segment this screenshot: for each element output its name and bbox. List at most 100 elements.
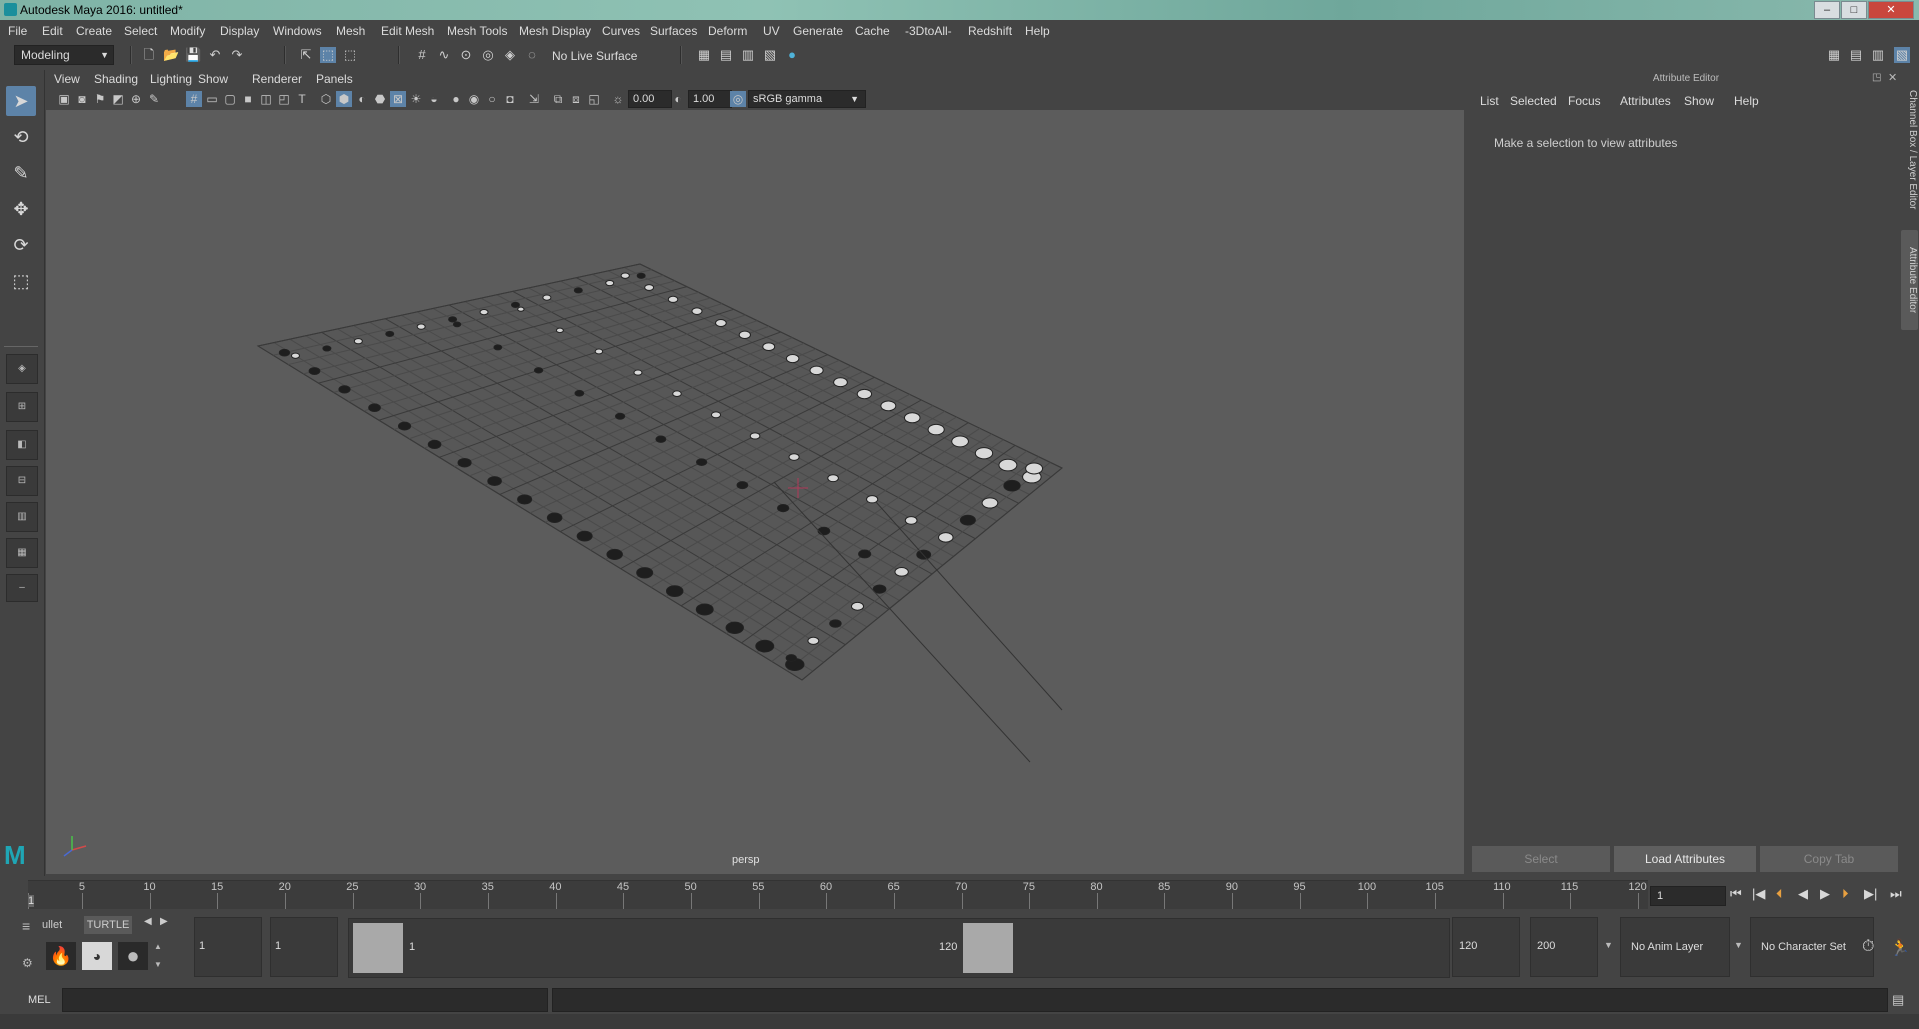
menu-create[interactable]: Create xyxy=(76,24,112,38)
perspective-viewport[interactable]: persp xyxy=(46,110,1464,874)
playback-start-box[interactable]: 1 xyxy=(270,917,338,977)
view-transform-dropdown[interactable]: sRGB gamma ▼ xyxy=(748,90,866,108)
viewport-menu-lighting[interactable]: Lighting xyxy=(150,72,192,86)
step-forward-frame-icon[interactable]: ⏵ xyxy=(1842,886,1849,902)
shelf-tab-turtle[interactable]: TURTLE xyxy=(84,916,132,934)
turtle-bake-icon[interactable]: 🔥 xyxy=(46,942,76,970)
undo-icon[interactable]: ↶ xyxy=(207,47,223,63)
render-view-icon[interactable]: ▦ xyxy=(696,47,712,63)
select-button[interactable]: Select xyxy=(1472,846,1610,872)
live-surface-label[interactable]: No Live Surface xyxy=(552,49,637,63)
motion-blur-icon[interactable]: ◉ xyxy=(466,91,482,107)
grease-pencil-icon[interactable]: ✎ xyxy=(146,91,162,107)
close-panel-icon[interactable]: ✕ xyxy=(1888,71,1897,84)
xray-components-icon[interactable]: ⧈ xyxy=(568,91,584,107)
load-attributes-button[interactable]: Load Attributes xyxy=(1614,846,1756,872)
copy-tab-button[interactable]: Copy Tab xyxy=(1760,846,1898,872)
safe-action-icon[interactable]: ◰ xyxy=(276,91,292,107)
smooth-shade-icon[interactable]: ⬢ xyxy=(336,91,352,107)
menu-file[interactable]: File xyxy=(8,24,27,38)
menu-surfaces[interactable]: Surfaces xyxy=(650,24,697,38)
viewport-menu-panels[interactable]: Panels xyxy=(316,72,353,86)
viewport-menu-shading[interactable]: Shading xyxy=(94,72,138,86)
menuset-dropdown[interactable]: Modeling ▼ xyxy=(14,45,114,65)
step-forward-key-icon[interactable]: ▶| xyxy=(1864,886,1877,902)
shelf-scroll-left-icon[interactable]: ◀ xyxy=(144,916,152,927)
attribute-menu-focus[interactable]: Focus xyxy=(1568,94,1601,108)
float-panel-icon[interactable]: ◳ xyxy=(1872,72,1881,83)
menu-edit[interactable]: Edit xyxy=(42,24,63,38)
paint-select-tool-icon[interactable]: ✎ xyxy=(6,158,36,188)
workspace-icon[interactable]: ▦ xyxy=(1826,47,1842,63)
go-to-start-icon[interactable]: ⏮ xyxy=(1730,886,1742,902)
snap-surface-icon[interactable]: ◈ xyxy=(502,47,518,63)
chevron-down-icon[interactable]: ▼ xyxy=(1604,940,1613,950)
maximize-button[interactable]: □ xyxy=(1841,1,1867,19)
time-slider-track[interactable]: 5 10 15 20 25 30 35 40 45 50 55 60 65 70 75 80 85 90 95 100… xyxy=(28,880,1648,909)
shelf-tab-bullet[interactable]: ullet xyxy=(42,916,62,934)
viewport-menu-view[interactable]: View xyxy=(54,72,80,86)
four-view-layout-icon[interactable]: ⊞ xyxy=(6,392,38,422)
new-scene-icon[interactable]: 🗋 xyxy=(141,47,157,63)
snap-view-icon[interactable]: ◎ xyxy=(480,47,496,63)
select-object-icon[interactable]: ⬚ xyxy=(320,47,336,63)
menu-modify[interactable]: Modify xyxy=(170,24,205,38)
redo-icon[interactable]: ↷ xyxy=(229,47,245,63)
snap-point-icon[interactable]: ⊙ xyxy=(458,47,474,63)
render-frame-icon[interactable]: ▤ xyxy=(718,47,734,63)
menu-mesh-tools[interactable]: Mesh Tools xyxy=(447,24,507,38)
playback-end-box[interactable]: 120 xyxy=(1452,917,1520,977)
scale-tool-icon[interactable]: ⬚ xyxy=(6,266,36,296)
color-management-icon[interactable]: ◎ xyxy=(730,91,746,107)
image-plane-icon[interactable]: ◩ xyxy=(110,91,126,107)
viewport-menu-show[interactable]: Show xyxy=(198,72,228,86)
resolution-gate-icon[interactable]: ▢ xyxy=(222,91,238,107)
current-time-marker[interactable]: 1 xyxy=(28,895,34,907)
script-editor-icon[interactable]: ▤ xyxy=(1892,992,1904,1008)
character-set-dropdown[interactable]: No Character Set xyxy=(1750,917,1874,977)
exposure-field[interactable]: 0.00 xyxy=(628,90,672,108)
menu-cache[interactable]: Cache xyxy=(855,24,890,38)
play-backwards-icon[interactable]: ◀ xyxy=(1798,886,1808,902)
save-scene-icon[interactable]: 💾 xyxy=(185,47,201,63)
anti-aliasing-icon[interactable]: ○ xyxy=(484,91,500,107)
shadows-icon[interactable]: ◒ xyxy=(426,91,442,107)
attribute-menu-selected[interactable]: Selected xyxy=(1510,94,1557,108)
single-perspective-layout-icon[interactable]: ◈ xyxy=(6,354,38,384)
hypershade-layout-icon[interactable]: ▥ xyxy=(6,502,38,532)
modeling-toolkit-icon[interactable]: ▤ xyxy=(1848,47,1864,63)
lasso-tool-icon[interactable]: ⟲ xyxy=(6,122,36,152)
xray-joints-icon[interactable]: ⧉ xyxy=(550,91,566,107)
select-tool-icon[interactable]: ➤ xyxy=(6,86,36,116)
current-frame-field[interactable]: 1 xyxy=(1650,886,1726,906)
hypershade-icon[interactable]: ● xyxy=(784,47,800,63)
xray-icon[interactable]: ⊠ xyxy=(390,91,406,107)
exposure-icon[interactable]: ☼ xyxy=(610,91,626,107)
film-gate-icon[interactable]: ▭ xyxy=(204,91,220,107)
shelf-down-icon[interactable]: ▼ xyxy=(154,960,162,969)
persp-graph-layout-icon[interactable]: ⊟ xyxy=(6,466,38,496)
default-material-icon[interactable]: ◐ xyxy=(354,91,370,107)
turtle-sphere-icon[interactable]: ● xyxy=(118,942,148,970)
minimize-button[interactable]: – xyxy=(1814,1,1840,19)
bookmark-icon[interactable]: ⚑ xyxy=(92,91,108,107)
open-scene-icon[interactable]: 📂 xyxy=(163,47,179,63)
play-forwards-icon[interactable]: ▶ xyxy=(1820,886,1830,902)
turtle-surface-icon[interactable]: ◕ xyxy=(82,942,112,970)
step-back-frame-icon[interactable]: ⏴ xyxy=(1776,886,1783,902)
safe-title-icon[interactable]: T xyxy=(294,91,310,107)
rotate-tool-icon[interactable]: ⟳ xyxy=(6,230,36,260)
ipr-render-icon[interactable]: ▥ xyxy=(740,47,756,63)
menu-help[interactable]: Help xyxy=(1025,24,1050,38)
auto-key-icon[interactable]: ⏱ xyxy=(1862,938,1874,956)
playback-range-bar[interactable]: 1 120 xyxy=(348,918,1450,978)
depth-of-field-icon[interactable]: ◘ xyxy=(502,91,518,107)
move-tool-icon[interactable]: ✥ xyxy=(6,194,36,224)
menu-3dtoall[interactable]: -3DtoAll- xyxy=(905,24,952,38)
gamma-icon[interactable]: ◐ xyxy=(670,91,686,107)
select-hierarchy-icon[interactable]: ⇱ xyxy=(298,47,314,63)
menu-windows[interactable]: Windows xyxy=(273,24,322,38)
gate-mask-icon[interactable]: ■ xyxy=(240,91,256,107)
close-button[interactable]: ✕ xyxy=(1868,1,1914,19)
snap-grid-icon[interactable]: # xyxy=(414,47,430,63)
